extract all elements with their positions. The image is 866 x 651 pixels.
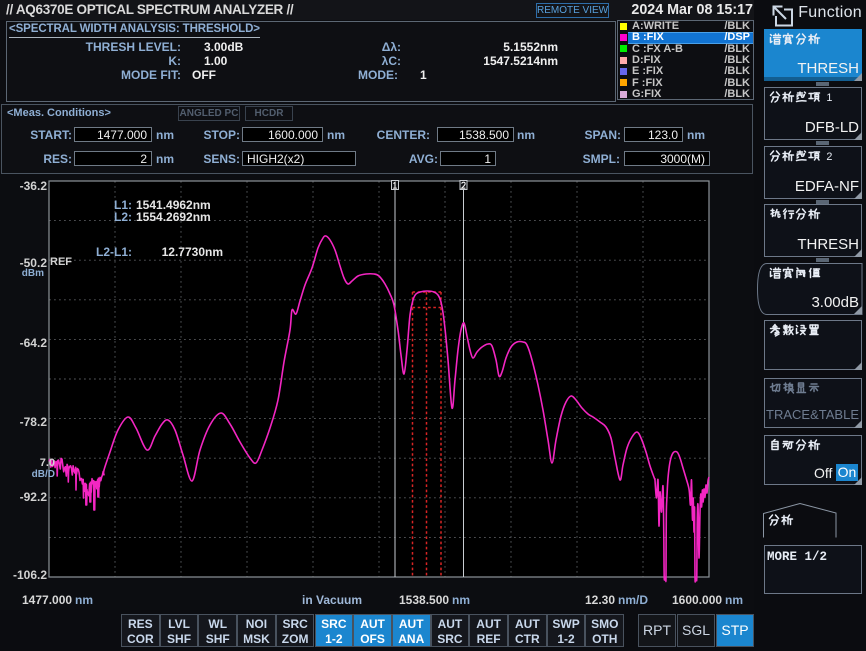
svg-text:1: 1 [826, 92, 832, 104]
svg-text:2: 2 [826, 151, 832, 163]
